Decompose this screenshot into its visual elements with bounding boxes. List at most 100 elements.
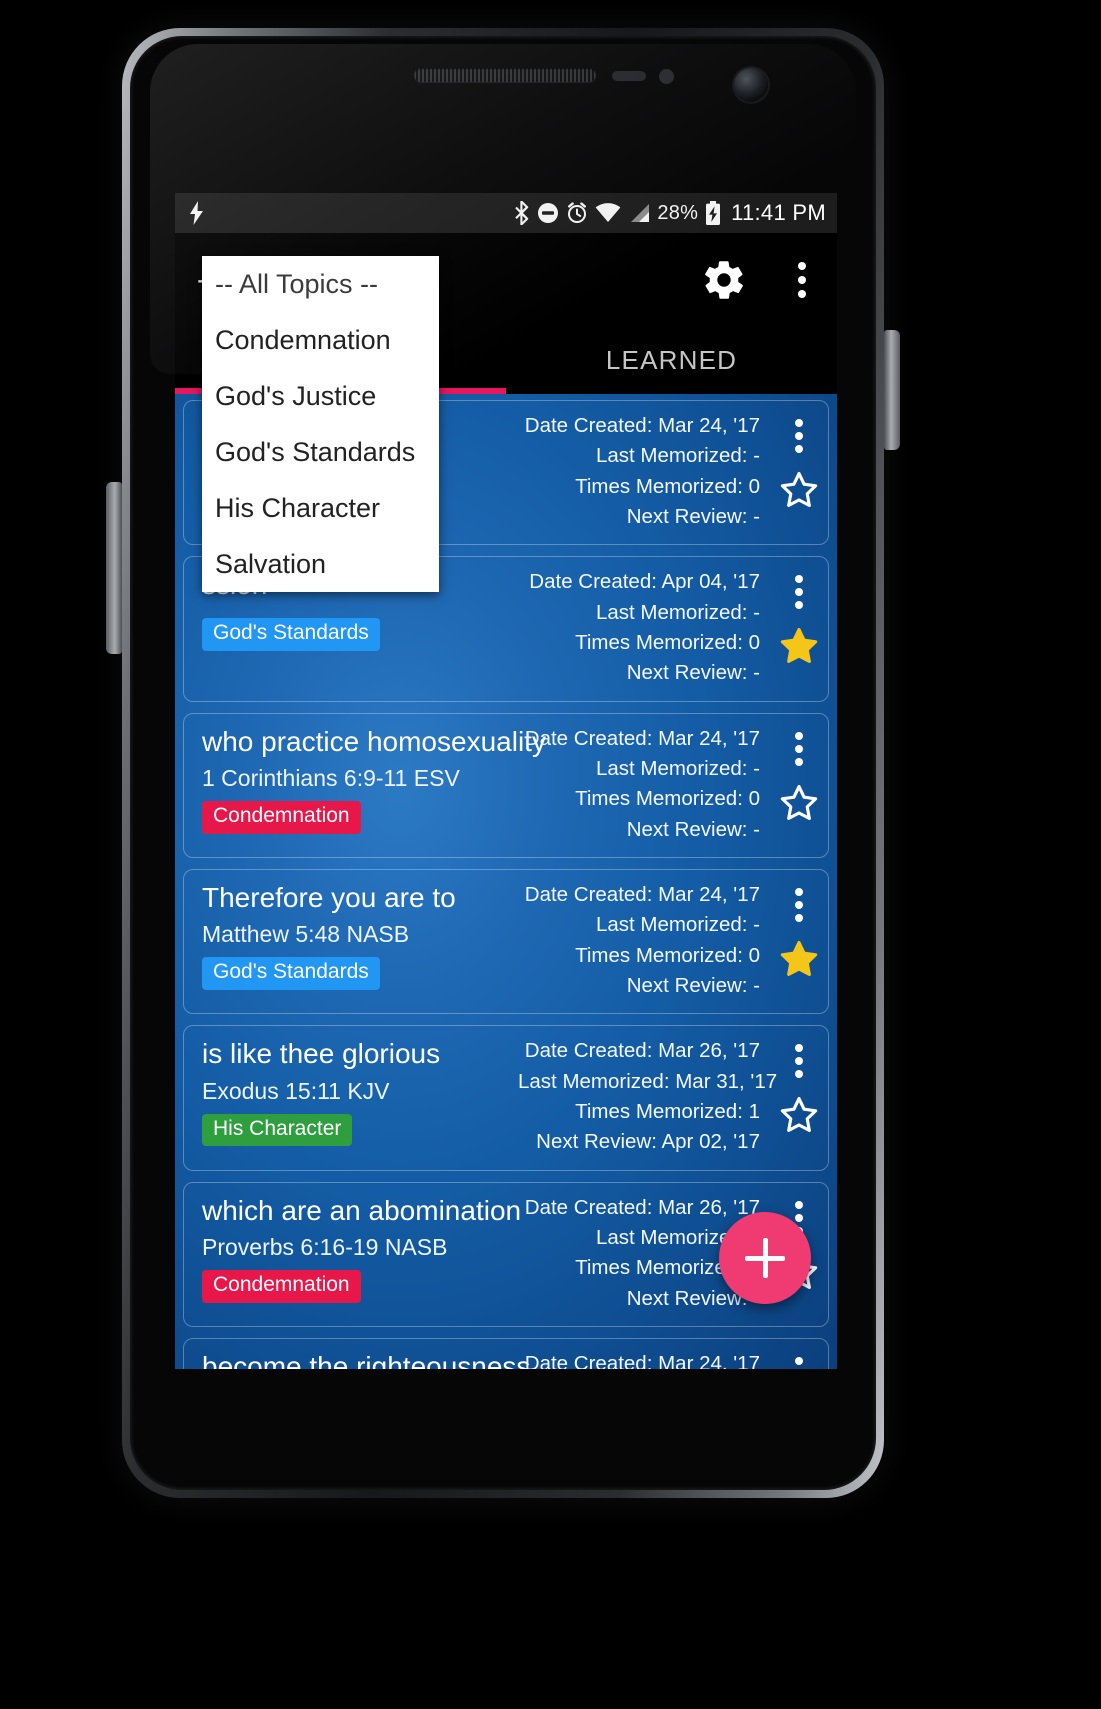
verse-meta: Date Created: Mar 24, '17 Last Memorized… bbox=[518, 880, 770, 1001]
bluetooth-icon bbox=[513, 201, 530, 225]
verse-meta: Date Created: Mar 24, '17 Last Memorized… bbox=[518, 1349, 770, 1369]
meta-next-review: Next Review: - bbox=[626, 1286, 760, 1310]
row-overflow-icon[interactable] bbox=[795, 728, 803, 766]
meta-date-created: Date Created: Mar 26, '17 bbox=[524, 1039, 760, 1063]
verse-actions bbox=[770, 567, 828, 688]
verse-reference: Exodus 15:11 KJV bbox=[202, 1077, 390, 1104]
meta-last-memorized: Last Memorized: - bbox=[595, 600, 760, 624]
dropdown-item-condemnation[interactable]: Condemnation bbox=[202, 312, 439, 368]
star-icon[interactable] bbox=[778, 1094, 820, 1141]
meta-date-created: Date Created: Mar 24, '17 bbox=[524, 726, 760, 750]
meta-last-memorized: Last Memorized: - bbox=[595, 913, 760, 937]
status-bar-right: 28% 11:41 PM bbox=[513, 200, 826, 226]
star-icon[interactable] bbox=[778, 782, 820, 829]
verse-title: which are an abomination bbox=[202, 1194, 522, 1226]
verse-main: who practice homosexuality 1 Corinthians… bbox=[184, 724, 546, 845]
meta-last-memorized: Last Memorized: Mar 31, '17 bbox=[518, 1069, 778, 1093]
verse-actions bbox=[770, 411, 828, 532]
meta-times-memorized: Times Memorized: 0 bbox=[575, 474, 760, 498]
topic-chip[interactable]: God's Standards bbox=[202, 957, 380, 991]
verse-reference: Matthew 5:48 NASB bbox=[202, 921, 410, 948]
table-row[interactable]: is like thee glorious Exodus 15:11 KJV H… bbox=[183, 1025, 829, 1171]
meta-next-review: Next Review: - bbox=[626, 817, 760, 841]
add-verse-fab[interactable] bbox=[719, 1212, 811, 1304]
meta-next-review: Next Review: - bbox=[626, 973, 760, 997]
dropdown-item-all-topics[interactable]: -- All Topics -- bbox=[202, 256, 439, 312]
screenshot-root: 28% 11:41 PM -- All Topics -- bbox=[0, 0, 1101, 1709]
overflow-dot bbox=[798, 261, 806, 270]
alarm-clock-icon bbox=[566, 202, 588, 224]
dropdown-item-gods-standards[interactable]: God's Standards bbox=[202, 424, 439, 480]
verse-actions bbox=[770, 724, 828, 845]
volume-button[interactable] bbox=[106, 482, 122, 654]
dropdown-item-gods-justice[interactable]: God's Justice bbox=[202, 368, 439, 424]
verse-reference: Proverbs 6:16-19 NASB bbox=[202, 1234, 448, 1261]
topic-chip[interactable]: God's Standards bbox=[202, 617, 380, 651]
meta-next-review: Next Review: - bbox=[626, 661, 760, 685]
verse-actions bbox=[770, 880, 828, 1001]
meta-times-memorized: Times Memorized: 0 bbox=[575, 630, 760, 654]
topic-chip[interactable]: His Character bbox=[202, 1113, 353, 1147]
meta-date-created: Date Created: Mar 26, '17 bbox=[524, 1195, 760, 1219]
overflow-dot bbox=[798, 289, 806, 298]
table-row[interactable]: who practice homosexuality 1 Corinthians… bbox=[183, 712, 829, 858]
verse-title: who practice homosexuality bbox=[202, 725, 546, 757]
verse-actions bbox=[770, 1349, 828, 1369]
meta-next-review: Next Review: - bbox=[626, 504, 760, 528]
row-overflow-icon[interactable] bbox=[795, 415, 803, 453]
verse-title: is like thee glorious bbox=[202, 1038, 441, 1070]
meta-times-memorized: Times Memorized: 0 bbox=[575, 787, 760, 811]
verse-main: which are an abomination Proverbs 6:16-1… bbox=[184, 1193, 522, 1314]
proximity-sensor-icon bbox=[612, 71, 646, 81]
verse-main: Therefore you are to Matthew 5:48 NASB G… bbox=[184, 880, 518, 1001]
earpiece-speaker bbox=[414, 68, 596, 82]
topic-chip[interactable]: Condemnation bbox=[202, 1270, 361, 1303]
verse-title: become the righteousness bbox=[202, 1350, 531, 1369]
lightning-bolt-icon bbox=[189, 201, 204, 225]
verse-reference: 1 Corinthians 6:9-11 ESV bbox=[202, 765, 460, 792]
power-button[interactable] bbox=[884, 330, 900, 450]
star-icon[interactable] bbox=[778, 625, 820, 672]
dropdown-item-salvation[interactable]: Salvation bbox=[202, 536, 439, 592]
verse-title: Therefore you are to bbox=[202, 881, 456, 913]
phone-screen: 28% 11:41 PM -- All Topics -- bbox=[175, 193, 837, 1369]
meta-next-review: Next Review: Apr 02, '17 bbox=[536, 1130, 760, 1154]
front-camera-icon bbox=[734, 68, 768, 102]
wifi-icon bbox=[595, 203, 621, 223]
overflow-menu-icon[interactable] bbox=[785, 257, 819, 303]
meta-date-created: Date Created: Apr 04, '17 bbox=[529, 570, 760, 594]
row-overflow-icon[interactable] bbox=[795, 571, 803, 610]
clock-label: 11:41 PM bbox=[731, 200, 826, 225]
row-overflow-icon[interactable] bbox=[795, 1040, 803, 1079]
row-overflow-icon[interactable] bbox=[795, 1353, 803, 1369]
overflow-dot bbox=[798, 275, 806, 284]
verse-main: is like thee glorious Exodus 15:11 KJV H… bbox=[184, 1036, 518, 1157]
toolbar-actions bbox=[701, 257, 819, 303]
cell-signal-icon bbox=[628, 203, 650, 223]
tab-learned[interactable]: LEARNED bbox=[506, 326, 837, 394]
battery-charging-icon bbox=[705, 201, 721, 225]
topic-chip[interactable]: Condemnation bbox=[202, 801, 361, 834]
meta-last-memorized: Last Memorized: - bbox=[595, 444, 760, 468]
gear-icon[interactable] bbox=[701, 257, 747, 303]
status-bar-left bbox=[189, 201, 513, 225]
verse-meta: Date Created: Apr 04, '17 Last Memorized… bbox=[518, 567, 770, 688]
table-row[interactable]: become the righteousness 2 Corinthians 5… bbox=[183, 1337, 829, 1369]
battery-percent-label: 28% bbox=[657, 201, 699, 224]
status-bar: 28% 11:41 PM bbox=[175, 193, 837, 233]
meta-last-memorized: Last Memorized: - bbox=[595, 756, 760, 780]
verse-meta: Date Created: Mar 24, '17 Last Memorized… bbox=[518, 724, 770, 845]
star-icon[interactable] bbox=[778, 469, 820, 516]
meta-times-memorized: Times Memorized: 0 bbox=[575, 943, 760, 967]
topic-dropdown-menu[interactable]: -- All Topics -- Condemnation God's Just… bbox=[202, 256, 439, 592]
verse-main: become the righteousness 2 Corinthians 5… bbox=[184, 1349, 531, 1369]
table-row[interactable]: Therefore you are to Matthew 5:48 NASB G… bbox=[183, 868, 829, 1015]
meta-date-created: Date Created: Mar 24, '17 bbox=[524, 1351, 760, 1369]
row-overflow-icon[interactable] bbox=[795, 884, 803, 922]
dropdown-item-his-character[interactable]: His Character bbox=[202, 480, 439, 536]
meta-date-created: Date Created: Mar 24, '17 bbox=[524, 882, 760, 906]
verse-meta: Date Created: Mar 26, '17 Last Memorized… bbox=[518, 1036, 778, 1157]
meta-times-memorized: Times Memorized: 1 bbox=[575, 1099, 760, 1123]
do-not-disturb-icon bbox=[537, 202, 559, 224]
star-icon[interactable] bbox=[778, 938, 820, 985]
